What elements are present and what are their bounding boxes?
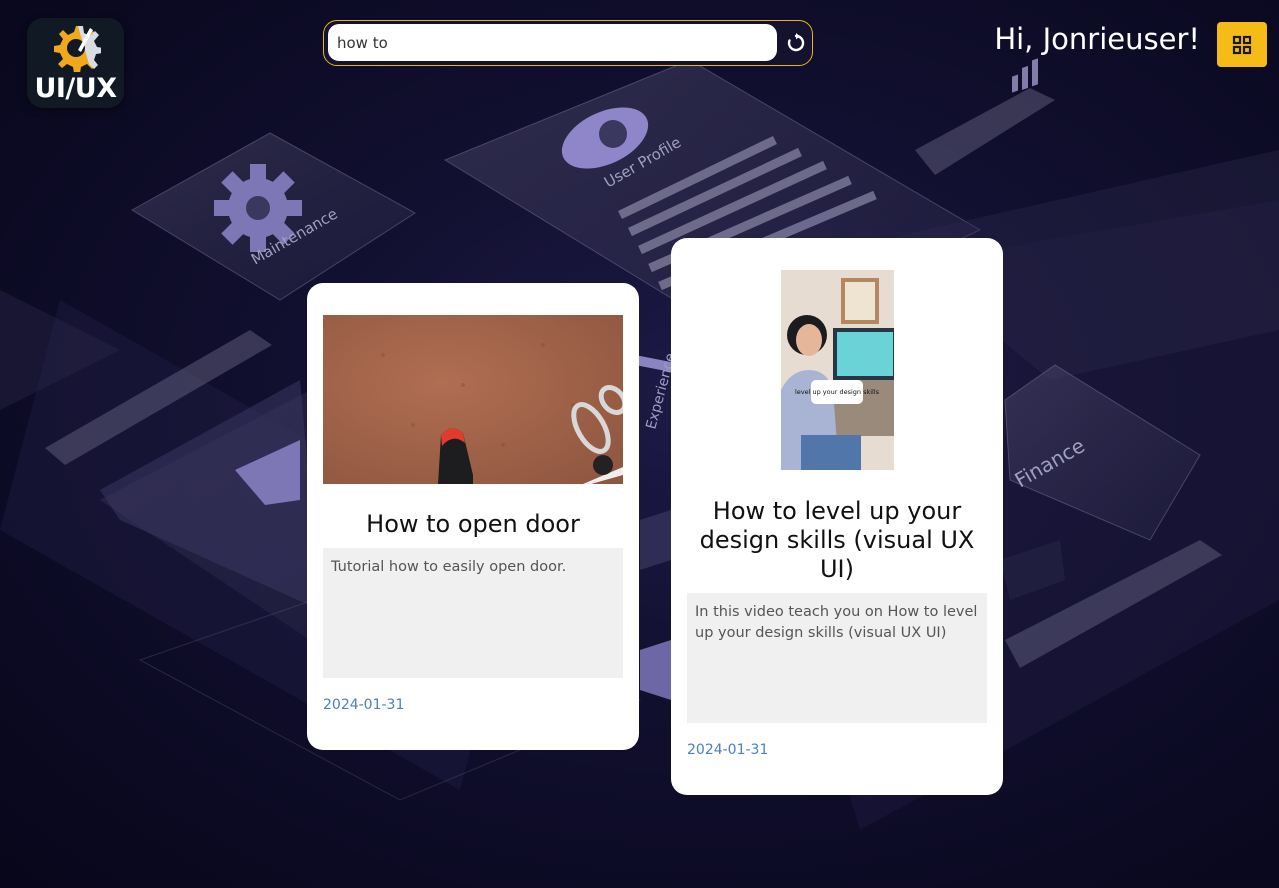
grid-menu-button[interactable] <box>1217 22 1267 67</box>
card-title: How to level up your design skills (visu… <box>699 497 975 583</box>
card-description: Tutorial how to easily open door. <box>323 548 623 678</box>
gear-logo-icon <box>54 26 101 72</box>
card-date: 2024-01-31 <box>687 742 769 758</box>
card-description: In this video teach you on How to level … <box>687 593 987 723</box>
search-bar <box>323 20 813 66</box>
grid-icon <box>1232 35 1252 54</box>
refresh-button[interactable] <box>783 30 809 56</box>
app-logo[interactable]: UI/UX <box>27 18 124 108</box>
video-card[interactable]: How to open door Tutorial how to easily … <box>307 283 639 750</box>
card-title: How to open door <box>366 510 580 538</box>
video-card[interactable]: level up your design skills How to level… <box>671 238 1003 795</box>
background-illustration: Maintenance User Profile Finance Experie… <box>0 58 1279 830</box>
finance-chart-icon <box>1012 58 1038 93</box>
video-thumbnail[interactable] <box>323 315 623 484</box>
logo-text: UI/UX <box>34 73 117 104</box>
card-date: 2024-01-31 <box>323 697 405 713</box>
user-greeting: Hi, Jonrieuser! <box>994 22 1200 56</box>
search-input[interactable] <box>328 24 777 61</box>
svg-text:level up your design skills: level up your design skills <box>795 388 880 396</box>
refresh-icon <box>787 33 805 52</box>
video-thumbnail[interactable]: level up your design skills <box>781 270 894 470</box>
